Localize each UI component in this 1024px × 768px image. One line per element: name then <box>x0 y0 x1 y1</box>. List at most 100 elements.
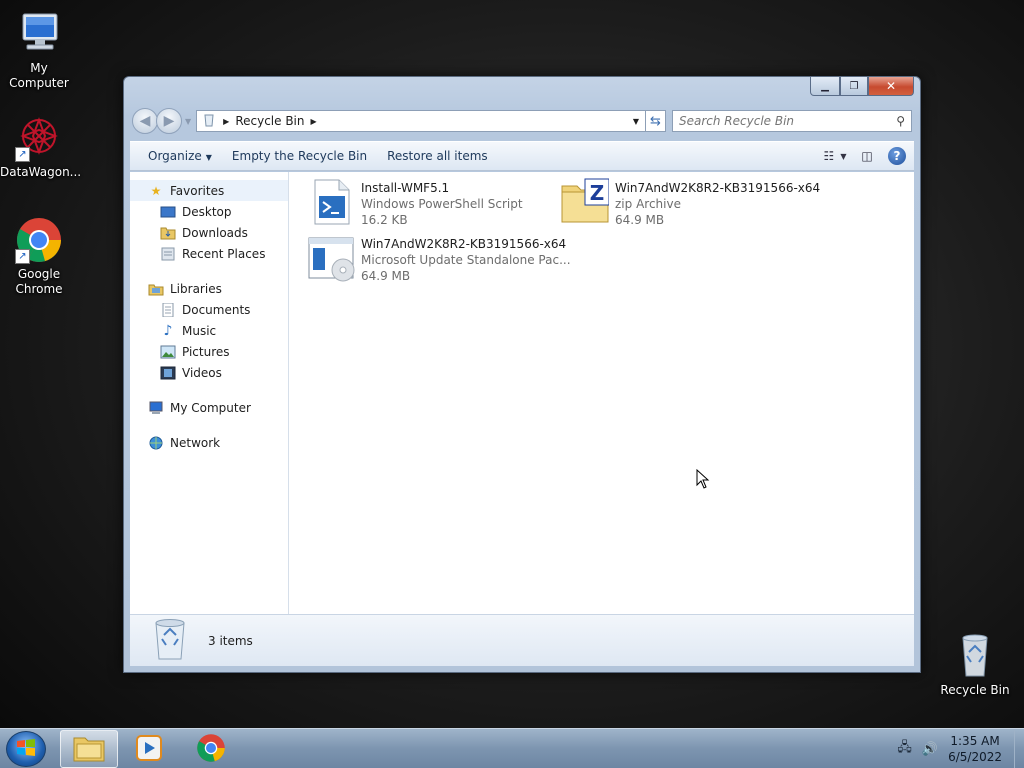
help-icon: ? <box>893 149 901 163</box>
refresh-icon: ⇆ <box>650 113 661 129</box>
recent-pages-dropdown-icon[interactable]: ▼ <box>185 117 191 126</box>
preview-pane-button[interactable]: ◫ <box>856 146 878 166</box>
shortcut-arrow-icon: ↗ <box>15 249 30 264</box>
desktop-icon-google-chrome[interactable]: ↗ Google Chrome <box>0 216 78 297</box>
nav-music[interactable]: ♪ Music <box>130 320 288 341</box>
network-icon <box>148 435 164 451</box>
forward-button[interactable]: ▶ <box>156 108 182 134</box>
back-button[interactable]: ◀ <box>132 108 158 134</box>
search-box[interactable]: ⚲ <box>672 110 912 132</box>
taskbar-explorer-button[interactable] <box>60 730 118 768</box>
nav-label: Music <box>182 323 217 338</box>
taskbar-chrome-button[interactable] <box>182 730 240 768</box>
media-player-icon <box>135 734 163 765</box>
search-icon[interactable]: ⚲ <box>896 114 905 128</box>
svg-text:Z: Z <box>590 181 605 205</box>
command-bar: Organize ▼ Empty the Recycle Bin Restore … <box>130 141 914 171</box>
desktop-icon-label: Recycle Bin <box>940 683 1010 697</box>
nav-label: Pictures <box>182 344 230 359</box>
nav-desktop[interactable]: Desktop <box>130 201 288 222</box>
chevron-down-icon: ▼ <box>840 151 847 161</box>
videos-icon <box>160 365 176 381</box>
clock[interactable]: 1:35 AM 6/5/2022 <box>948 733 1002 765</box>
file-type: zip Archive <box>615 197 681 211</box>
nav-documents[interactable]: Documents <box>130 299 288 320</box>
nav-label: Desktop <box>182 204 232 219</box>
chevron-down-icon: ▼ <box>205 153 212 162</box>
refresh-button[interactable]: ⇆ <box>646 110 666 132</box>
empty-recycle-bin-button[interactable]: Empty the Recycle Bin <box>222 145 377 167</box>
recent-places-icon <box>160 246 176 262</box>
address-dropdown-icon[interactable]: ▼ <box>627 117 645 126</box>
desktop-icon-label: DataWagon... <box>0 165 82 179</box>
star-icon: ★ <box>150 183 162 198</box>
nav-network[interactable]: Network <box>130 432 288 453</box>
back-arrow-icon: ◀ <box>139 113 151 129</box>
datawagon-logo-icon: ↗ <box>15 114 63 162</box>
breadcrumb-arrow-icon[interactable]: ▶ <box>311 117 317 126</box>
nav-recent-places[interactable]: Recent Places <box>130 243 288 264</box>
close-icon: ✕ <box>885 79 897 93</box>
powershell-script-icon <box>307 178 355 226</box>
chrome-icon: ↗ <box>15 216 63 264</box>
desktop-icon-label: My Computer <box>9 61 69 90</box>
recycle-bin-icon <box>951 632 999 680</box>
desktop-folder-icon <box>160 204 176 220</box>
msu-package-icon <box>307 234 355 282</box>
start-button[interactable] <box>6 731 46 767</box>
breadcrumb-recycle-bin[interactable]: Recycle Bin <box>235 114 304 128</box>
desktop-icon-datawagon[interactable]: ↗ DataWagon... <box>0 114 82 180</box>
clock-time: 1:35 AM <box>950 734 1000 748</box>
computer-icon <box>15 10 63 58</box>
nav-label: Videos <box>182 365 222 380</box>
breadcrumb-arrow-icon[interactable]: ▶ <box>223 117 229 126</box>
organize-button[interactable]: Organize ▼ <box>138 145 222 167</box>
navigation-bar: ◀ ▶ ▼ ▶ Recycle Bin ▶ ▼ ⇆ ⚲ <box>132 107 912 135</box>
preview-pane-icon: ◫ <box>861 149 873 163</box>
file-list: Install-WMF5.1 Windows PowerShell Script… <box>289 172 914 614</box>
minimize-button[interactable]: ▁ <box>810 77 840 96</box>
nav-libraries[interactable]: Libraries <box>130 278 288 299</box>
favorites-group: ★ Favorites Desktop Downloads Recent Pla… <box>130 180 288 264</box>
nav-downloads[interactable]: Downloads <box>130 222 288 243</box>
navigation-pane: ★ Favorites Desktop Downloads Recent Pla… <box>130 172 289 614</box>
file-item[interactable]: Install-WMF5.1 Windows PowerShell Script… <box>307 178 557 232</box>
windows-logo-icon <box>15 737 37 762</box>
desktop-icon-my-computer[interactable]: My Computer <box>0 10 78 91</box>
file-name: Win7AndW2K8R2-KB3191566-x64 <box>361 237 567 251</box>
mouse-cursor-icon <box>696 468 710 492</box>
volume-icon[interactable]: 🔊 <box>922 742 938 757</box>
file-name: Win7AndW2K8R2-KB3191566-x64 <box>615 181 821 195</box>
details-pane: 3 items <box>130 614 914 666</box>
desktop-icon-recycle-bin[interactable]: Recycle Bin <box>936 632 1014 698</box>
close-button[interactable]: ✕ <box>868 77 914 96</box>
recycle-bin-small-icon <box>201 112 217 131</box>
nav-pictures[interactable]: Pictures <box>130 341 288 362</box>
nav-videos[interactable]: Videos <box>130 362 288 383</box>
window-body: ★ Favorites Desktop Downloads Recent Pla… <box>130 172 914 614</box>
file-size: 64.9 MB <box>615 213 665 227</box>
music-note-icon: ♪ <box>163 322 173 339</box>
restore-all-items-button[interactable]: Restore all items <box>377 145 498 167</box>
maximize-button[interactable]: ❐ <box>840 77 868 96</box>
nav-label: Documents <box>182 302 251 317</box>
network-group: Network <box>130 432 288 453</box>
help-button[interactable]: ? <box>888 147 906 165</box>
address-bar[interactable]: ▶ Recycle Bin ▶ ▼ <box>196 110 646 132</box>
network-status-icon[interactable]: 🖧 <box>897 738 912 760</box>
taskbar-media-player-button[interactable] <box>120 730 178 768</box>
change-view-button[interactable]: ☷ ▼ <box>824 146 847 166</box>
file-type: Windows PowerShell Script <box>361 197 523 211</box>
file-item[interactable]: Win7AndW2K8R2-KB3191566-x64 Microsoft Up… <box>307 234 571 288</box>
nav-label: Recent Places <box>182 246 266 261</box>
search-input[interactable] <box>679 114 897 128</box>
minimize-icon: ▁ <box>821 80 829 92</box>
file-item[interactable]: Z Win7AndW2K8R2-KB3191566-x64 zip Archiv… <box>561 178 820 232</box>
nav-label: Downloads <box>182 225 248 240</box>
recycle-bin-large-icon <box>152 617 188 664</box>
nav-my-computer[interactable]: My Computer <box>130 397 288 418</box>
nav-favorites[interactable]: ★ Favorites <box>130 180 288 201</box>
nav-label: Network <box>170 435 221 450</box>
libraries-group: Libraries Documents ♪ Music Pictures Vid… <box>130 278 288 383</box>
show-desktop-button[interactable] <box>1014 729 1024 768</box>
